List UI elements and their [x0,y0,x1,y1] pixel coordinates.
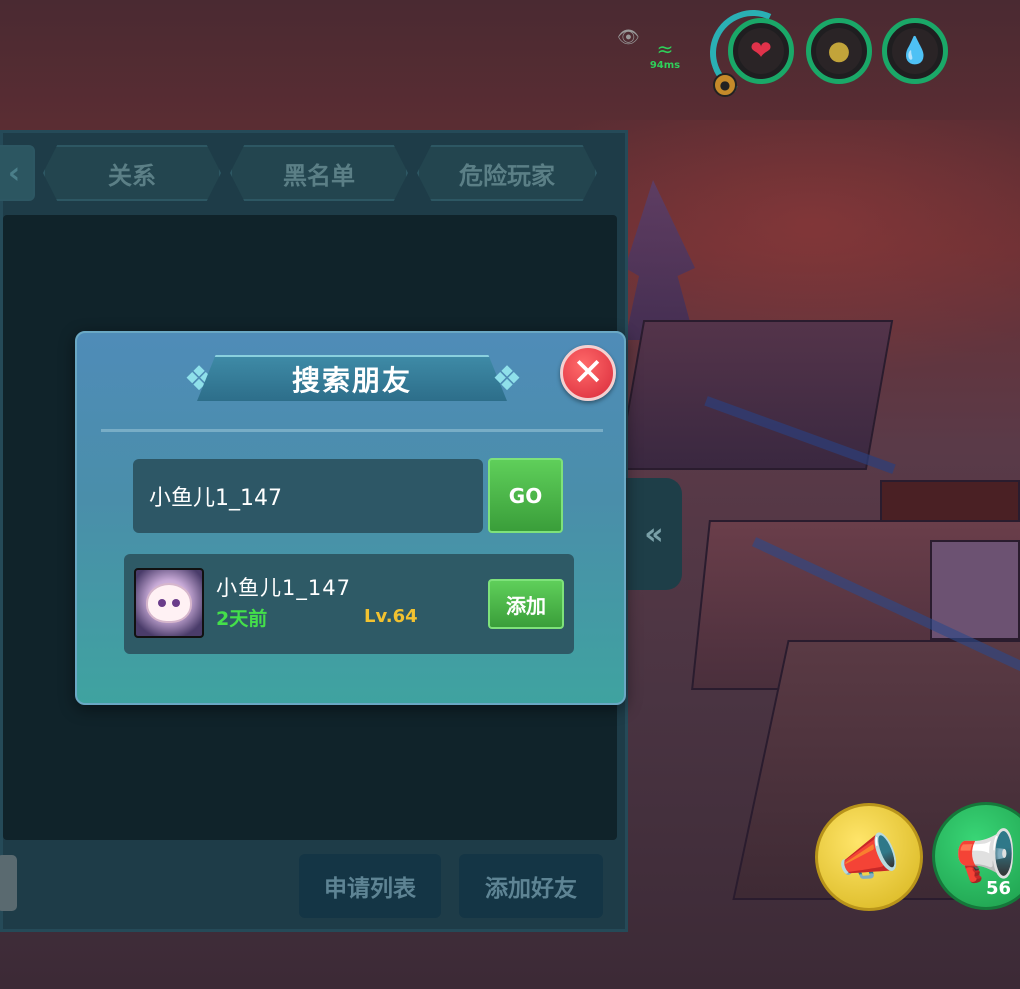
result-last-online: 2天前 [216,608,268,630]
water-drop-icon: 💧 [892,28,938,74]
wifi-icon: ≈ [656,37,674,61]
voice-count: 56 [986,878,1012,899]
ping-readout: 94ms [649,60,681,71]
wooden-structure [616,320,894,470]
collapse-panel-button[interactable]: « [626,478,682,590]
dialog-title-banner: 搜索朋友 [197,355,507,401]
heart-icon: ❤ [738,28,784,74]
result-level: Lv.64 [364,606,418,627]
tab-relationship[interactable]: 关系 [43,145,221,201]
divider [101,429,603,432]
search-friend-dialog: ❖ 搜索朋友 ❖ ✕ GO 小鱼儿1_147 2天前 Lv.64 添加 [75,331,626,705]
tab-blacklist[interactable]: 黑名单 [230,145,408,201]
megaphone-icon: 📢 [954,826,1018,885]
avatar[interactable] [134,568,204,638]
arm-icon: ● [816,28,862,74]
go-button[interactable]: GO [488,458,563,533]
avatar-character-icon [146,583,192,623]
add-friend-button[interactable]: 添加好友 [459,854,603,918]
double-chevron-left-icon: « [644,516,664,552]
dialog-title: 搜索朋友 [291,364,412,397]
side-edge-button[interactable] [0,855,17,911]
friends-tab-bar: ‹ 关系 黑名单 危险玩家 [0,143,631,203]
close-button[interactable]: ✕ [560,345,616,401]
cat-badge-icon: ● [713,73,737,97]
eye-icon[interactable]: 👁 [617,27,640,49]
close-icon: ✕ [572,350,604,394]
apply-list-button[interactable]: 申请列表 [299,854,441,918]
network-signal: ≈ 94ms [640,38,690,78]
search-input[interactable] [133,459,483,533]
search-result-card: 小鱼儿1_147 2天前 Lv.64 添加 [124,554,574,654]
strength-gauge: ● [806,18,872,84]
ornament-right-icon: ❖ [491,359,523,399]
broadcast-button[interactable]: 📣 [815,803,923,911]
tab-dangerous-players[interactable]: 危险玩家 [417,145,597,201]
health-gauge: ❤ [728,18,794,84]
add-button[interactable]: 添加 [488,579,564,629]
megaphone-icon: 📣 [837,827,901,886]
water-gauge: 💧 [882,18,948,84]
result-player-name: 小鱼儿1_147 [216,576,351,600]
tab-scroll-left-button[interactable]: ‹ [0,145,35,201]
